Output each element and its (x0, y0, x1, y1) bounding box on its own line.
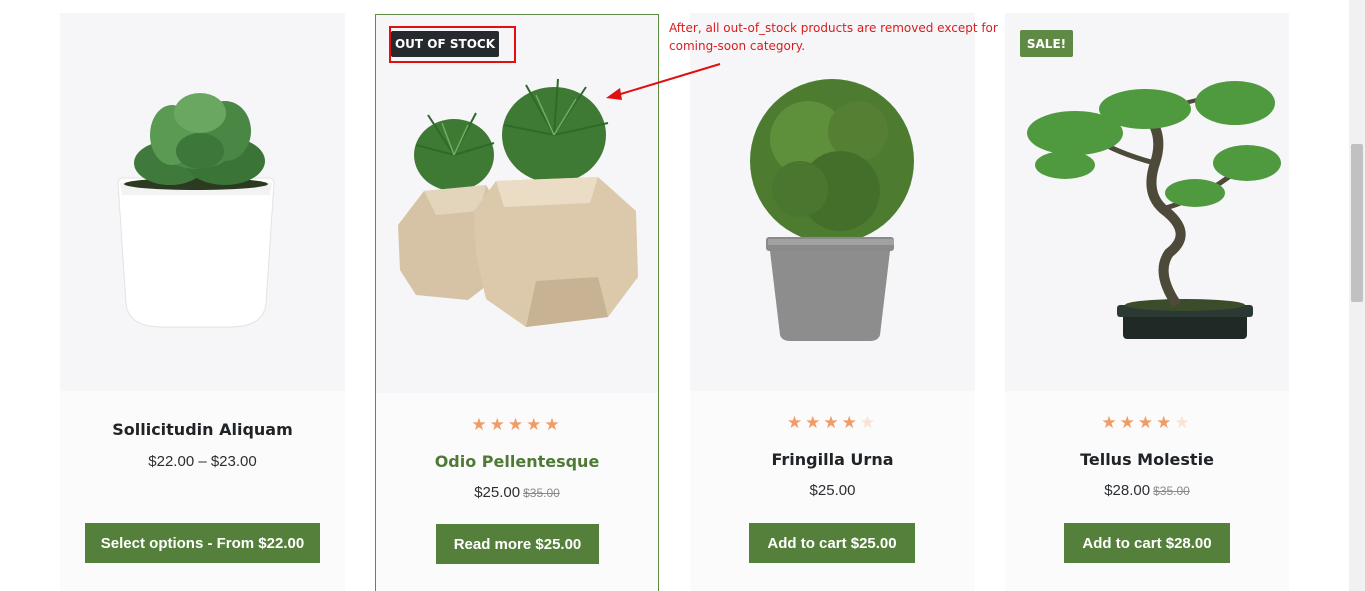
product-grid: Sollicitudin Aliquam $22.00 – $23.00 Sel… (0, 0, 1365, 591)
star-icon: ★★★★★ (471, 415, 563, 435)
star-rating: ★★★★★ (1005, 413, 1289, 433)
select-options-button[interactable]: Select options - From $22.00 (85, 523, 320, 563)
product-price: $25.00 $35.00 (376, 484, 658, 501)
product-price: $25.00 (690, 482, 975, 499)
product-image[interactable] (1005, 13, 1289, 391)
price-old: $35.00 (523, 486, 560, 500)
add-to-cart-button[interactable]: Add to cart $25.00 (749, 523, 915, 563)
price-current: $25.00 (474, 484, 521, 501)
star-empty-icon: ★ (1174, 413, 1193, 433)
read-more-button[interactable]: Read more $25.00 (436, 524, 599, 564)
price-current: $25.00 (809, 482, 856, 499)
annotation-highlight-box (389, 26, 516, 63)
star-icon: ★★★★ (786, 413, 860, 433)
product-title[interactable]: Sollicitudin Aliquam (60, 420, 345, 439)
price-current: $22.00 – $23.00 (148, 453, 257, 470)
product-price: $22.00 – $23.00 (60, 453, 345, 470)
scrollbar[interactable] (1349, 0, 1365, 591)
annotation-text: After, all out-of_stock products are rem… (669, 21, 998, 53)
boxwood-plant-image (750, 79, 914, 341)
product-card[interactable]: ★★★★★ Fringilla Urna $25.00 Add to cart … (690, 13, 975, 591)
star-rating: ★★★★★ (690, 413, 975, 433)
product-image[interactable] (60, 13, 345, 391)
product-card[interactable]: SALE! ★★★★★ Tellus Molestie $28.00 $35.00… (1005, 13, 1289, 591)
annotation-arrow-icon (606, 63, 721, 100)
bonsai-tree-image (1027, 81, 1281, 339)
star-icon: ★★★★ (1101, 413, 1175, 433)
product-title[interactable]: Odio Pellentesque (376, 452, 658, 471)
star-rating: ★★★★★ (376, 415, 658, 435)
product-card[interactable]: Sollicitudin Aliquam $22.00 – $23.00 Sel… (60, 13, 345, 591)
succulent-plant-image (117, 93, 275, 328)
product-title[interactable]: Tellus Molestie (1005, 450, 1289, 469)
price-old: $35.00 (1153, 484, 1190, 498)
product-price: $28.00 $35.00 (1005, 482, 1289, 499)
scrollbar-thumb[interactable] (1351, 144, 1363, 302)
star-empty-icon: ★ (859, 413, 879, 433)
price-current: $28.00 (1104, 482, 1151, 499)
add-to-cart-button[interactable]: Add to cart $28.00 (1064, 523, 1230, 563)
product-image[interactable] (690, 13, 975, 391)
product-title[interactable]: Fringilla Urna (690, 450, 975, 469)
